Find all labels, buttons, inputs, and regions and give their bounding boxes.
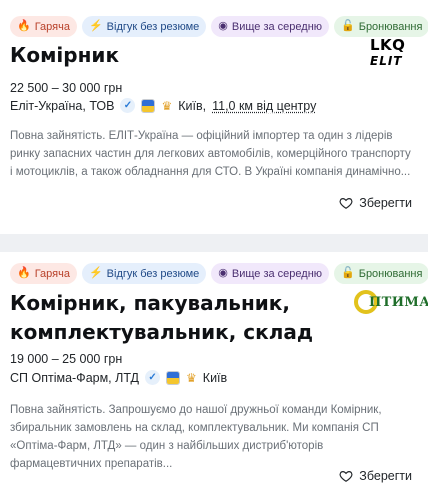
quick-apply-badge: ⚡ Відгук без резюме (81, 263, 207, 284)
lock-icon: 🔓 (341, 267, 355, 279)
lock-icon: 🔓 (341, 20, 355, 32)
quick-apply-badge: ⚡ Відгук без резюме (81, 16, 207, 37)
save-label: Зберегти (359, 196, 412, 210)
salary-range: 19 000 – 25 000 грн (10, 352, 123, 366)
job-description: Повна зайнятість. Запрошуємо до нашої др… (10, 404, 382, 470)
save-label: Зберегти (359, 469, 412, 483)
job-card[interactable]: 🔥 Гаряча ⚡ Відгук без резюме ◉ Вище за сере… (0, 0, 428, 234)
company-row: Еліт-Україна, ТОВ ✓ ♛ Київ, 11,0 км від … (10, 98, 316, 113)
heart-icon (339, 198, 353, 209)
check-icon: ✓ (145, 370, 161, 385)
reservation-badge: 🔓 Бронювання (334, 263, 428, 284)
distance-link[interactable]: 11,0 км від центру (212, 99, 316, 113)
ukraine-flag-icon (166, 370, 181, 385)
badge-row: 🔥 Гаряча ⚡ Відгук без резюме ◉ Вище за сере… (10, 16, 428, 37)
crown-icon: ♛ (186, 370, 197, 385)
company-logo[interactable]: LKQ ELIT (370, 38, 410, 72)
check-icon: ✓ (120, 98, 136, 113)
crown-icon: ♛ (161, 98, 173, 113)
hot-badge: 🔥 Гаряча (10, 263, 77, 284)
salary-above-average-badge: ◉ Вище за середню (211, 263, 330, 284)
lightning-icon: ⚡ (88, 267, 103, 279)
coin-icon: ◉ (218, 20, 228, 32)
ukraine-flag-icon (141, 98, 156, 113)
badge-row: 🔥 Гаряча ⚡ Відгук без резюме ◉ Вище за сере… (10, 263, 428, 284)
salary-above-average-badge: ◉ Вище за середню (211, 16, 330, 37)
company-name[interactable]: Еліт-Україна, ТОВ (10, 99, 114, 113)
city: Київ (202, 370, 228, 385)
job-title-link[interactable]: Комірник (10, 41, 119, 70)
company-row: СП Оптіма-Фарм, ЛТД ✓ ♛ Київ (10, 370, 227, 385)
job-description: Повна зайнятість. ЕЛІТ-Україна — офіційн… (10, 130, 411, 178)
city: Київ, (178, 98, 207, 113)
fire-icon: 🔥 (17, 267, 31, 279)
company-name[interactable]: СП Оптіма-Фарм, ЛТД (10, 371, 139, 385)
save-button[interactable]: Зберегти (339, 469, 412, 483)
heart-icon (339, 471, 353, 482)
lightning-icon: ⚡ (88, 20, 103, 32)
hot-badge: 🔥 Гаряча (10, 16, 77, 37)
company-logo[interactable]: ПТИМА (354, 288, 428, 324)
job-title-link[interactable]: Комірник, пакувальник, комплектувальник,… (10, 289, 313, 347)
save-button[interactable]: Зберегти (339, 196, 412, 210)
salary-range: 22 500 – 30 000 грн (10, 81, 123, 95)
coin-icon: ◉ (218, 267, 228, 279)
reservation-badge: 🔓 Бронювання (334, 16, 428, 37)
fire-icon: 🔥 (17, 20, 31, 32)
